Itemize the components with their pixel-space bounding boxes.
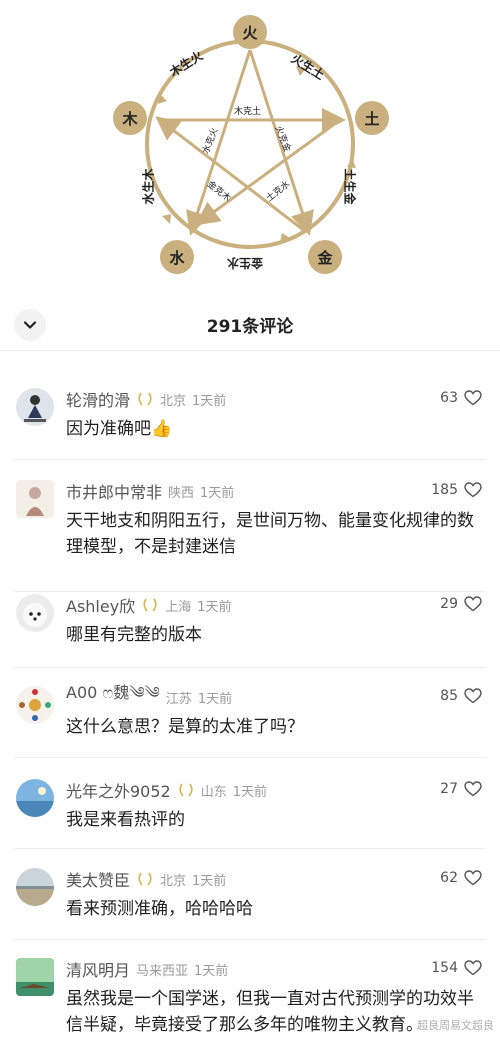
heart-outline-icon bbox=[464, 688, 482, 704]
label-water-wood: 水生木 bbox=[141, 168, 156, 205]
node-fire: 火 bbox=[233, 15, 267, 49]
watermark: 超良周易文超良 bbox=[417, 1019, 494, 1032]
like-button[interactable]: 154 bbox=[431, 960, 482, 976]
location: 山东 bbox=[200, 784, 227, 800]
label-metal-water: 金生水 bbox=[227, 256, 264, 270]
comment-item: 清风明月 马来西亚 1天前 虽然我是一个国学迷，但我一直对古代预测学的功效半信半… bbox=[0, 958, 500, 1037]
comment-item: 轮滑的滑 北京 1天前 因为准确吧👍 63 bbox=[0, 388, 500, 460]
username[interactable]: 轮滑的滑 bbox=[66, 387, 130, 411]
divider bbox=[14, 591, 486, 592]
timestamp: 1天前 bbox=[197, 599, 232, 615]
avatar[interactable] bbox=[16, 958, 54, 996]
heart-outline-icon bbox=[464, 781, 482, 797]
location: 北京 bbox=[160, 393, 187, 409]
comments-title: 291条评论 bbox=[206, 317, 294, 337]
laurel-badge-icon bbox=[136, 391, 154, 407]
like-count: 154 bbox=[431, 960, 458, 976]
comment-meta: 轮滑的滑 北京 1天前 bbox=[66, 388, 226, 410]
avatar[interactable] bbox=[16, 594, 54, 632]
divider bbox=[14, 459, 486, 460]
divider bbox=[14, 939, 486, 940]
like-count: 29 bbox=[440, 596, 458, 612]
like-button[interactable]: 27 bbox=[440, 781, 482, 797]
username[interactable]: 市井郎中常非 bbox=[66, 479, 162, 503]
comment-text: 看来预测准确，哈哈哈哈 bbox=[66, 899, 253, 919]
location: 北京 bbox=[160, 873, 187, 889]
location: 马来西亚 bbox=[136, 963, 189, 979]
comment-item: Ashley欣 上海 1天前 哪里有完整的版本 29 bbox=[0, 594, 500, 668]
location: 陕西 bbox=[168, 485, 195, 501]
ring-arrow bbox=[162, 214, 171, 224]
like-button[interactable]: 29 bbox=[440, 596, 482, 612]
header-divider bbox=[0, 350, 500, 351]
location: 上海 bbox=[165, 599, 192, 615]
timestamp: 1天前 bbox=[200, 485, 235, 501]
node-wood: 木 bbox=[113, 101, 147, 135]
avatar[interactable] bbox=[16, 779, 54, 817]
timestamp: 1天前 bbox=[192, 393, 227, 409]
heart-outline-icon bbox=[464, 390, 482, 406]
comment-text: 哪里有完整的版本 bbox=[66, 625, 202, 645]
comment-text: 我是来看热评的 bbox=[66, 810, 185, 830]
divider bbox=[14, 667, 486, 668]
laurel-badge-icon bbox=[177, 782, 195, 798]
avatar[interactable] bbox=[16, 388, 54, 426]
comment-meta: Ashley欣 上海 1天前 bbox=[66, 594, 231, 616]
like-button[interactable]: 85 bbox=[440, 688, 482, 704]
heart-outline-icon bbox=[464, 870, 482, 886]
label-wood-earth: 木克土 bbox=[234, 107, 262, 117]
divider bbox=[14, 757, 486, 758]
laurel-badge-icon bbox=[136, 871, 154, 887]
username[interactable]: 清风明月 bbox=[66, 957, 130, 981]
avatar[interactable] bbox=[16, 686, 54, 724]
comment-item: 光年之外9052 山东 1天前 我是来看热评的 27 bbox=[0, 779, 500, 849]
node-metal: 金 bbox=[308, 240, 342, 274]
comment-meta: 清风明月 马来西亚 1天前 bbox=[66, 958, 228, 980]
avatar[interactable] bbox=[16, 480, 54, 518]
comments-header: 291条评论 bbox=[0, 300, 500, 351]
comment-item: A00 ෆ魏༄༄ 江苏 1天前 这什么意思？是算的太准了吗？ 85 bbox=[0, 683, 500, 758]
like-count: 185 bbox=[431, 482, 458, 498]
timestamp: 1天前 bbox=[194, 963, 229, 979]
comment-item: 市井郎中常非 陕西 1天前 天干地支和阴阳五行，是世间万物、能量变化规律的数理模… bbox=[0, 480, 500, 592]
comment-meta: 美太赞臣 北京 1天前 bbox=[66, 868, 226, 890]
comment-text: 这什么意思？是算的太准了吗？ bbox=[66, 717, 304, 737]
like-count: 62 bbox=[440, 870, 458, 886]
like-button[interactable]: 185 bbox=[431, 482, 482, 498]
ring-arrow bbox=[347, 158, 356, 168]
username[interactable]: A00 ෆ魏༄༄ bbox=[66, 675, 160, 720]
heart-outline-icon bbox=[464, 596, 482, 612]
five-elements-diagram: 火 土 金 水 木 木生火 火生土 土生金 金生水 水生木 木克土 火克金 水克… bbox=[0, 0, 500, 290]
comment-meta: 市井郎中常非 陕西 1天前 bbox=[66, 480, 234, 502]
divider bbox=[14, 848, 486, 849]
line-water-fire bbox=[186, 49, 252, 236]
like-button[interactable]: 63 bbox=[440, 390, 482, 406]
comment-text: 天干地支和阴阳五行，是世间万物、能量变化规律的数理模型，不是封建迷信 bbox=[66, 511, 474, 557]
username[interactable]: Ashley欣 bbox=[66, 593, 135, 617]
comment-meta: A00 ෆ魏༄༄ 江苏 1天前 bbox=[66, 683, 233, 708]
timestamp: 1天前 bbox=[197, 691, 233, 707]
laurel-badge-icon bbox=[141, 597, 159, 613]
like-count: 63 bbox=[440, 390, 458, 406]
comment-meta: 光年之外9052 山东 1天前 bbox=[66, 779, 267, 801]
timestamp: 1天前 bbox=[232, 784, 268, 800]
comment-item: 美太赞臣 北京 1天前 看来预测准确，哈哈哈哈 62 bbox=[0, 868, 500, 940]
like-count: 85 bbox=[440, 688, 458, 704]
heart-outline-icon bbox=[464, 960, 482, 976]
timestamp: 1天前 bbox=[192, 873, 227, 889]
comment-text: 因为准确吧👍 bbox=[66, 419, 173, 439]
label-earth-metal: 土生金 bbox=[342, 168, 357, 205]
heart-outline-icon bbox=[464, 482, 482, 498]
like-count: 27 bbox=[440, 781, 458, 797]
node-earth: 土 bbox=[355, 101, 389, 135]
avatar[interactable] bbox=[16, 868, 54, 906]
username[interactable]: 光年之外9052 bbox=[66, 778, 171, 802]
like-button[interactable]: 62 bbox=[440, 870, 482, 886]
node-water: 水 bbox=[160, 240, 194, 274]
username[interactable]: 美太赞臣 bbox=[66, 867, 130, 891]
location: 江苏 bbox=[165, 691, 192, 707]
